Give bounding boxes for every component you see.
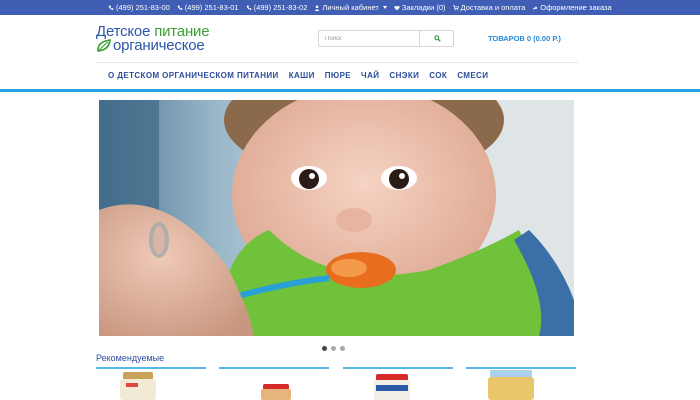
search-button[interactable] (419, 31, 454, 46)
phone-number-2: (499) 251-83-01 (184, 3, 239, 12)
nav-item-tea[interactable]: ЧАЙ (361, 71, 379, 80)
heart-icon (394, 5, 400, 10)
top-bar-links: (499) 251-83-00 (499) 251-83-01 (499) 25… (108, 0, 612, 15)
product-jar-image (374, 374, 410, 400)
checkout-link[interactable]: Оформление заказа (532, 3, 612, 12)
phone-link-1[interactable]: (499) 251-83-00 (108, 3, 170, 12)
delivery-link[interactable]: Доставка и оплата (452, 3, 526, 12)
nav-item-juice[interactable]: СОК (429, 71, 447, 80)
product-divider (343, 367, 453, 369)
slider-dot-1[interactable] (322, 346, 327, 351)
slider-dot-3[interactable] (340, 346, 345, 351)
product-jar-image (488, 370, 534, 400)
phone-link-3[interactable]: (499) 251-83-02 (246, 3, 308, 12)
share-icon (532, 5, 538, 10)
phone-icon (177, 5, 183, 10)
product-card-2[interactable] (219, 370, 329, 400)
logo-line-2: органическое (113, 37, 205, 54)
product-jar-image (120, 372, 156, 400)
product-divider (96, 367, 206, 369)
delivery-label: Доставка и оплата (460, 3, 526, 12)
slider-dot-2[interactable] (331, 346, 336, 351)
cart-icon (452, 4, 459, 10)
phone-link-2[interactable]: (499) 251-83-01 (177, 3, 239, 12)
bookmarks-label: Закладки (0) (401, 3, 446, 12)
phone-icon (108, 5, 114, 10)
slider-dots (322, 346, 345, 351)
product-divider (219, 367, 329, 369)
recommended-heading: Рекомендуемые (96, 353, 165, 363)
search-box (318, 30, 454, 47)
site-logo[interactable]: Детское питание органическое (96, 24, 221, 54)
product-divider (466, 367, 576, 369)
nav-item-kashi[interactable]: КАШИ (289, 71, 315, 80)
product-jar-image (261, 384, 291, 400)
top-bar: (499) 251-83-00 (499) 251-83-01 (499) 25… (0, 0, 700, 15)
search-input[interactable] (319, 31, 419, 46)
search-icon (433, 35, 441, 42)
account-label: Личный кабинет (322, 3, 379, 12)
product-card-1[interactable] (96, 370, 206, 400)
phone-number-1: (499) 251-83-00 (116, 3, 170, 12)
baby-eating-photo (99, 100, 574, 336)
header-divider (96, 62, 578, 63)
nav-item-snacks[interactable]: СНЭКИ (389, 71, 419, 80)
main-nav: О ДЕТСКОМ ОРГАНИЧЕСКОМ ПИТАНИИ КАШИ ПЮРЕ… (108, 71, 498, 80)
account-dropdown[interactable]: Личный кабинет (314, 3, 387, 12)
nav-underline (0, 89, 700, 92)
hero-banner-image[interactable] (99, 100, 574, 336)
nav-item-pure[interactable]: ПЮРЕ (325, 71, 351, 80)
bookmarks-link[interactable]: Закладки (0) (394, 3, 446, 12)
nav-item-formula[interactable]: СМЕСИ (457, 71, 488, 80)
product-card-3[interactable] (343, 370, 453, 400)
phone-number-3: (499) 251-83-02 (253, 3, 308, 12)
leaf-icon (97, 39, 111, 52)
user-icon (314, 4, 320, 11)
chevron-down-icon (382, 6, 387, 9)
product-card-4[interactable] (466, 370, 576, 400)
phone-icon (246, 5, 251, 10)
checkout-label: Оформление заказа (540, 3, 612, 12)
nav-item-about[interactable]: О ДЕТСКОМ ОРГАНИЧЕСКОМ ПИТАНИИ (108, 71, 279, 80)
cart-summary-button[interactable]: ТОВАРОВ 0 (0.00 Р.) (488, 34, 561, 43)
